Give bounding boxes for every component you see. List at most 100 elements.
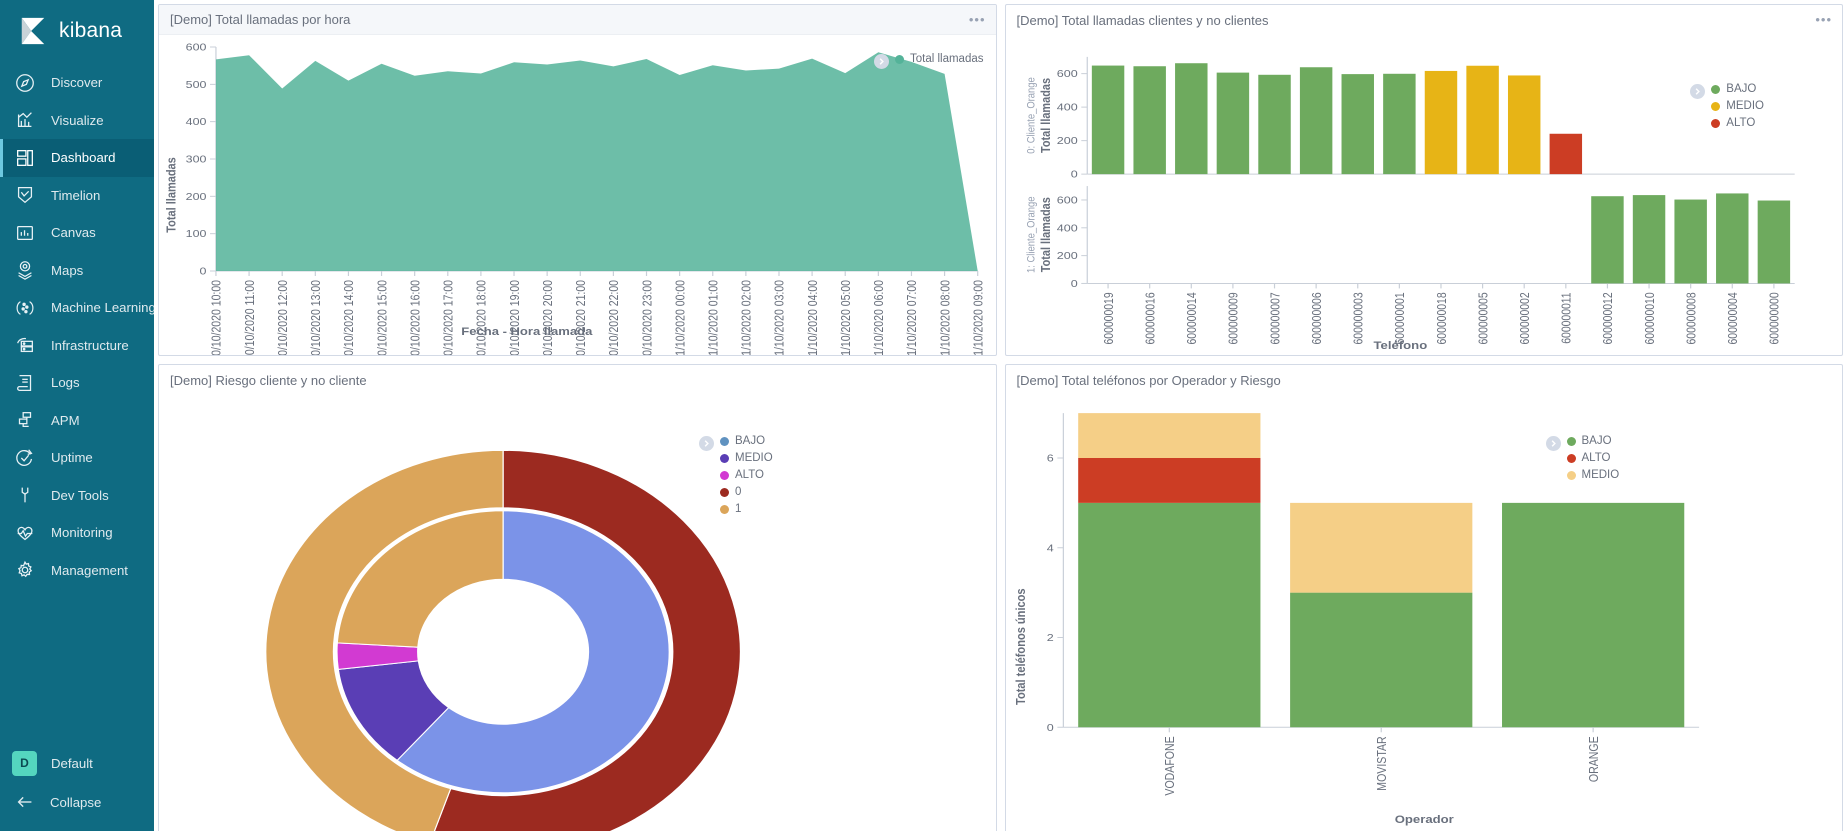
legend-color-swatch — [894, 54, 904, 64]
x-tick-label: 10/10/2020 14:00 — [343, 280, 356, 355]
kibana-brand[interactable]: kibana — [0, 0, 154, 64]
space-label: Default — [51, 755, 93, 771]
stacked-bar-segment[interactable] — [1077, 502, 1260, 728]
legend-collapse-icon[interactable] — [1690, 84, 1706, 99]
x-axis-group: 600000019 600000016 600000014 600000009 6000… — [1103, 283, 1781, 345]
x-tick-label: 600000006 — [1311, 292, 1324, 344]
stacked-bar-segment[interactable] — [1077, 457, 1260, 503]
x-tick-label: 10/10/2020 11:00 — [244, 280, 257, 355]
stacked-bar-segment[interactable] — [1289, 502, 1472, 593]
legend-collapse-icon[interactable] — [1545, 436, 1561, 451]
bar[interactable] — [1382, 73, 1416, 175]
panel-riesgo-cliente: [Demo] Riesgo cliente y no cliente BAJO … — [158, 364, 997, 831]
panel-total-telefonos-operador: [Demo] Total teléfonos por Operador y Ri… — [1004, 364, 1843, 831]
legend-color-swatch — [1566, 436, 1576, 446]
bar[interactable] — [1091, 65, 1124, 175]
panel-body: 0 2 4 6 VODAFONE MOVISTAR ORANGE Total teléfo… — [1006, 395, 1843, 831]
collapse-sidebar-button[interactable]: Collapse — [0, 783, 154, 821]
space-avatar: D — [12, 750, 37, 776]
bar[interactable] — [1299, 67, 1332, 175]
bar[interactable] — [1424, 70, 1457, 175]
legend-item[interactable]: Total llamadas — [894, 53, 984, 65]
bar[interactable] — [1632, 195, 1665, 284]
space-selector-default[interactable]: D Default — [0, 743, 154, 783]
sidebar-item-discover[interactable]: Discover — [0, 64, 154, 102]
bar[interactable] — [1590, 196, 1624, 284]
area-series-group — [215, 52, 978, 271]
legend-item[interactable]: BAJO — [1711, 83, 1764, 95]
dashboard-icon — [14, 147, 36, 169]
stacked-bar-segment[interactable] — [1289, 592, 1472, 728]
sidebar-nav: Discover Visualize Dashboard Timelion Ca… — [0, 64, 156, 590]
sidebar-item-uptime[interactable]: Uptime — [0, 439, 154, 477]
chart-riesgo-cliente[interactable] — [159, 395, 996, 831]
panel-title: [Demo] Total llamadas por hora — [170, 12, 351, 27]
sidebar-item-dashboard[interactable]: Dashboard — [0, 139, 154, 177]
legend-collapse-icon[interactable] — [699, 436, 714, 451]
bar[interactable] — [1673, 199, 1707, 284]
legend-item[interactable]: BAJO — [720, 435, 773, 447]
sidebar-item-machine-learning[interactable]: Machine Learning — [0, 289, 156, 327]
sidebar-item-monitoring[interactable]: Monitoring — [0, 514, 154, 552]
legend-item[interactable]: BAJO — [1566, 435, 1620, 447]
panel-context-menu-button[interactable]: ••• — [1815, 13, 1832, 26]
sidebar-item-label: Canvas — [51, 225, 96, 241]
sidebar-item-label: Infrastructure — [51, 337, 129, 353]
legend-item[interactable]: MEDIO — [1711, 100, 1764, 112]
x-axis-group: 10/10/2020 10:00 10/10/2020 11:00 10/10/20… — [211, 271, 986, 355]
bar[interactable] — [1757, 200, 1790, 284]
x-tick-label: 600000018 — [1435, 292, 1448, 344]
legend-item[interactable]: MEDIO — [720, 452, 773, 464]
bar[interactable] — [1715, 193, 1749, 284]
y-tick-label: 200 — [1056, 251, 1077, 262]
sidebar-item-maps[interactable]: Maps — [0, 252, 154, 290]
sidebar-item-label: Machine Learning — [51, 300, 156, 316]
y-tick-label: 300 — [186, 154, 207, 165]
sidebar-item-canvas[interactable]: Canvas — [0, 214, 154, 252]
bar[interactable] — [1174, 63, 1208, 175]
x-axis-group: VODAFONE MOVISTAR ORANGE — [1163, 727, 1601, 796]
legend-collapse-icon[interactable] — [873, 54, 889, 69]
legend-item[interactable]: 0 — [720, 486, 773, 498]
legend-item[interactable]: ALTO — [1566, 452, 1620, 464]
bar[interactable] — [1549, 133, 1582, 175]
y-axis-title: Total teléfonos únicos — [1013, 588, 1028, 705]
kibana-brand-name: kibana — [59, 19, 123, 42]
legend-item[interactable]: 1 — [720, 503, 773, 515]
x-tick-label: 600000019 — [1103, 292, 1116, 344]
legend-item[interactable]: ALTO — [720, 469, 773, 481]
legend-item[interactable]: MEDIO — [1566, 469, 1619, 481]
stacked-bar-segment[interactable] — [1077, 413, 1260, 458]
x-tick-label: 600000000 — [1768, 292, 1781, 344]
bar[interactable] — [1341, 74, 1374, 175]
x-tick-label: 10/10/2020 10:00 — [211, 280, 224, 355]
y-tick-label: 6 — [1046, 452, 1053, 464]
sidebar-item-timelion[interactable]: Timelion — [0, 177, 154, 215]
bar[interactable] — [1257, 74, 1291, 175]
dashboard-grid: [Demo] Total llamadas por hora ••• 0 100 2… — [158, 4, 1843, 831]
y-tick-label: 4 — [1046, 542, 1054, 554]
y-tick-label: 600 — [186, 42, 207, 53]
sidebar-item-dev-tools[interactable]: Dev Tools — [0, 477, 154, 515]
bar[interactable] — [1465, 65, 1499, 175]
y-tick-label: 100 — [186, 229, 207, 240]
y-tick-label: 200 — [186, 192, 207, 203]
y-tick-label: 0 — [1070, 169, 1077, 180]
legend-item[interactable]: ALTO — [1711, 117, 1764, 129]
y-tick-label: 0 — [200, 266, 207, 277]
x-tick-label: 600000009 — [1227, 292, 1240, 344]
chart-total-llamadas-por-hora[interactable]: 0 100 200 300 400 500 600 10/10/2020 10:00 10/1… — [159, 35, 996, 355]
bar[interactable] — [1132, 66, 1166, 175]
sidebar-item-visualize[interactable]: Visualize — [0, 102, 154, 140]
bar[interactable] — [1216, 72, 1249, 175]
x-tick-label: 11/10/2020 05:00 — [840, 280, 853, 355]
sidebar-item-apm[interactable]: APM — [0, 402, 154, 440]
panel-context-menu-button[interactable]: ••• — [969, 13, 986, 26]
sidebar-item-logs[interactable]: Logs — [0, 364, 154, 402]
stacked-bar-segment[interactable] — [1501, 502, 1684, 728]
sidebar-item-infrastructure[interactable]: Infrastructure — [0, 327, 154, 365]
chart-total-telefonos-operador[interactable]: 0 2 4 6 VODAFONE MOVISTAR ORANGE Total teléfo… — [1006, 395, 1843, 831]
chart-legend: Total llamadas — [873, 53, 984, 69]
bar[interactable] — [1507, 75, 1540, 175]
sidebar-item-management[interactable]: Management — [0, 552, 154, 590]
